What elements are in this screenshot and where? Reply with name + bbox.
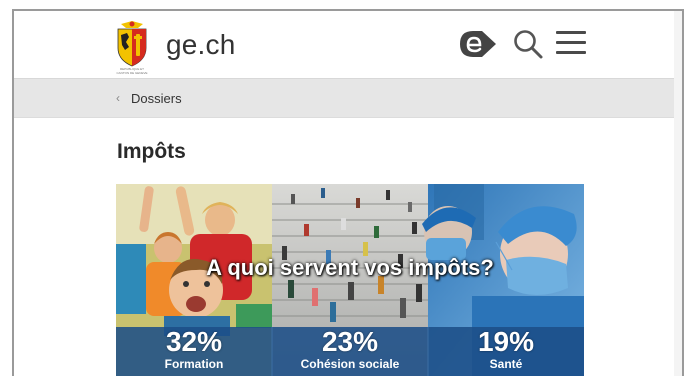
easy-read-icon[interactable] [458, 29, 498, 59]
stat-label: Cohésion sociale [300, 357, 400, 371]
logo-caption: REPUBLIQUE ET CANTON DE GENEVE [116, 67, 148, 75]
menu-bar [556, 31, 586, 34]
menu-bar [556, 51, 586, 54]
site-name[interactable]: ge.ch [166, 29, 236, 61]
stat-sante: 19% Santé [428, 327, 584, 376]
page-title: Impôts [117, 140, 186, 163]
search-icon[interactable] [512, 28, 544, 60]
stat-formation: 32% Formation [116, 327, 272, 376]
geneva-coat-of-arms-logo[interactable] [114, 20, 150, 68]
menu-bar [556, 41, 586, 44]
stat-label: Santé [489, 357, 523, 371]
breadcrumb: ‹ Dossiers [14, 79, 678, 118]
breadcrumb-link-dossiers[interactable]: Dossiers [131, 91, 182, 106]
stat-cohesion-sociale: 23% Cohésion sociale [272, 327, 428, 376]
taxes-infographic-banner[interactable]: A quoi servent vos impôts? 32% Formation… [116, 184, 584, 376]
site-header: REPUBLIQUE ET CANTON DE GENEVE ge.ch [14, 11, 678, 79]
stat-label: Formation [164, 357, 224, 371]
stat-percent: 23% [321, 326, 379, 357]
stat-percent: 32% [165, 326, 223, 357]
stat-percent: 19% [477, 326, 535, 357]
scrollbar-track[interactable] [674, 11, 682, 376]
banner-headline: A quoi servent vos impôts? [206, 255, 494, 280]
chevron-left-icon: ‹ [116, 91, 120, 105]
hamburger-menu-icon[interactable] [556, 31, 586, 55]
browser-viewport: REPUBLIQUE ET CANTON DE GENEVE ge.ch ‹ D… [12, 9, 684, 376]
